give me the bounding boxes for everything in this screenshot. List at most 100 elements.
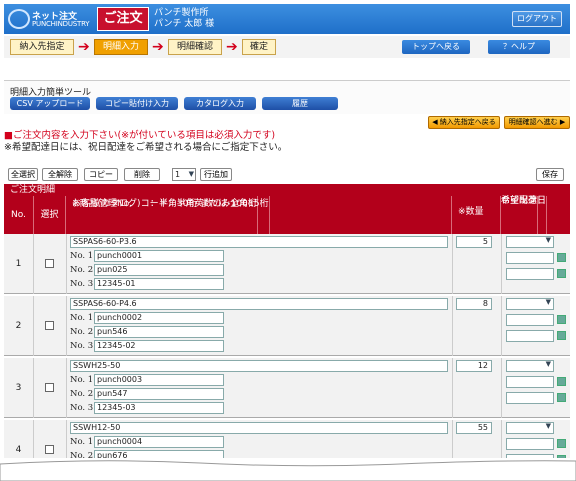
mgmt-no2-field[interactable]: pun546 <box>94 326 224 338</box>
mgmt-no1-field[interactable]: punch0001 <box>94 250 224 262</box>
mgmt-no1-label: No. 1 <box>70 313 94 323</box>
app-header: ネット注文 PUNCHINDUSTRY ご注文 パンチ製作所 パンチ 太郎 様 … <box>4 4 570 34</box>
copy-button[interactable]: コピー <box>84 168 118 181</box>
calendar-icon[interactable] <box>557 439 566 448</box>
row-count-select[interactable]: 1 ▼ <box>172 168 196 181</box>
row-checkbox[interactable] <box>45 383 54 392</box>
quantity-field[interactable]: 12 <box>456 360 492 372</box>
notice-delivery: ※希望配達日には、祝日配達をご希望される場合にご指定下さい。 <box>4 142 288 153</box>
row-divider <box>452 296 453 356</box>
order-title: ご注文 <box>97 7 149 31</box>
table-header: No. 選択 ※商品(カタログ)コード：半角英数のみ100桁 お客様管理No. … <box>4 196 570 234</box>
product-code-field[interactable]: SSPAS6-60-P3.6 <box>70 236 448 248</box>
quick-select[interactable]: ▼ <box>506 236 554 248</box>
mgmt-no2-label: No. 2 <box>70 389 94 399</box>
mgmt-no3-field[interactable]: 12345-01 <box>94 278 224 290</box>
step-confirm: 確定 <box>242 39 276 55</box>
input-tools: 明細入力簡単ツール CSV アップロード コピー貼付け入力 カタログ入力 履歴 <box>4 80 570 114</box>
row-divider <box>452 358 453 418</box>
mgmt-no1-label: No. 1 <box>70 375 94 385</box>
mgmt-no2-field[interactable]: pun547 <box>94 388 224 400</box>
history-button[interactable]: 履歴 <box>262 97 338 110</box>
quantity-field[interactable]: 55 <box>456 422 492 434</box>
row-number: 3 <box>4 358 34 418</box>
table-row: 1 SSPAS6-60-P3.6 No. 1 punch0001 No. 2 p… <box>4 234 570 294</box>
calendar-icon[interactable] <box>557 253 566 262</box>
save-button[interactable]: 保存 <box>536 168 564 181</box>
row-number: 1 <box>4 234 34 294</box>
deselect-all-button[interactable]: 全解除 <box>42 168 78 181</box>
punch-logo: ネット注文 PUNCHINDUSTRY <box>8 7 94 31</box>
logo-subtext: PUNCHINDUSTRY <box>32 20 90 28</box>
table-row: 3 SSWH25-50 No. 1 punch0003 No. 2 pun547… <box>4 358 570 418</box>
company-name: パンチ製作所 <box>154 8 209 18</box>
select-all-button[interactable]: 全選択 <box>8 168 38 181</box>
ship-date-field[interactable] <box>506 252 554 264</box>
chevron-down-icon: ▼ <box>545 360 551 368</box>
quick-select[interactable]: ▼ <box>506 298 554 310</box>
chevron-down-icon: ▼ <box>545 422 551 430</box>
col-item: ※商品(カタログ)コード：半角英数のみ100桁 お客様管理No. ：半角30桁 … <box>66 196 452 234</box>
product-code-field[interactable]: SSWH12-50 <box>70 422 448 434</box>
ship-date-field[interactable] <box>506 376 554 388</box>
row-divider <box>66 234 67 294</box>
mgmt-no1-field[interactable]: punch0004 <box>94 436 224 448</box>
col-quick-line3: 希望配達日 <box>501 196 548 234</box>
catalog-input-button[interactable]: カタログ入力 <box>184 97 256 110</box>
col-quick: クイック 希望出荷日 希望配達日 <box>501 196 570 234</box>
row-divider <box>452 234 453 294</box>
calendar-icon[interactable] <box>557 377 566 386</box>
mgmt-no3-field[interactable]: 12345-03 <box>94 402 224 414</box>
mgmt-no1-field[interactable]: punch0003 <box>94 374 224 386</box>
row-checkbox[interactable] <box>45 445 54 454</box>
ship-date-field[interactable] <box>506 314 554 326</box>
delivery-date-field[interactable] <box>506 330 554 342</box>
row-checkbox[interactable] <box>45 259 54 268</box>
row-count-value: 1 <box>175 170 181 179</box>
mgmt-no3-field[interactable]: 12345-02 <box>94 340 224 352</box>
step-delivery: 納入先指定 <box>10 39 74 55</box>
help-button[interactable]: ？ヘルプ <box>488 40 550 54</box>
quantity-field[interactable]: 8 <box>456 298 492 310</box>
delivery-date-field[interactable] <box>506 392 554 404</box>
calendar-icon[interactable] <box>557 393 566 402</box>
page-tear-edge <box>0 458 576 481</box>
logout-button[interactable]: ログアウト <box>512 11 562 27</box>
mgmt-no1-label: No. 1 <box>70 437 94 447</box>
quick-select[interactable]: ▼ <box>506 422 554 434</box>
product-code-field[interactable]: SSWH25-50 <box>70 360 448 372</box>
quick-select[interactable]: ▼ <box>506 360 554 372</box>
row-divider <box>66 358 67 418</box>
delete-button[interactable]: 削除 <box>124 168 160 181</box>
copy-paste-button[interactable]: コピー貼付け入力 <box>96 97 178 110</box>
add-row-button[interactable]: 行追加 <box>200 168 232 181</box>
calendar-icon[interactable] <box>557 269 566 278</box>
mgmt-no2-field[interactable]: pun025 <box>94 264 224 276</box>
row-divider <box>501 234 502 294</box>
tear-edge-icon <box>0 460 576 481</box>
step-arrow-icon: ➔ <box>78 39 90 55</box>
csv-upload-button[interactable]: CSV アップロード <box>10 97 90 110</box>
calendar-icon[interactable] <box>557 331 566 340</box>
ship-date-field[interactable] <box>506 438 554 450</box>
step-arrow-icon: ➔ <box>152 39 164 55</box>
calendar-icon[interactable] <box>557 315 566 324</box>
next-to-confirm-button[interactable]: 明細確認へ進む ▶ <box>504 116 570 129</box>
back-to-delivery-button[interactable]: ◀ 納入先指定へ戻る <box>428 116 500 129</box>
product-code-field[interactable]: SSPAS6-60-P4.6 <box>70 298 448 310</box>
mgmt-no1-field[interactable]: punch0002 <box>94 312 224 324</box>
table-row: 2 SSPAS6-60-P4.6 No. 1 punch0002 No. 2 p… <box>4 296 570 356</box>
row-checkbox[interactable] <box>45 321 54 330</box>
row-divider <box>501 358 502 418</box>
user-name: パンチ 太郎 様 <box>154 19 215 29</box>
logo-swirl-icon <box>8 9 30 29</box>
step-bar: 納入先指定 ➔ 明細入力 ➔ 明細確認 ➔ 確定 トップへ戻る ？ヘルプ <box>4 36 570 58</box>
chevron-down-icon: ▼ <box>188 170 194 178</box>
delivery-date-field[interactable] <box>506 268 554 280</box>
notice-required: ■ご注文内容を入力下さい(※が付いている項目は必須入力です) <box>4 130 276 141</box>
top-back-button[interactable]: トップへ戻る <box>402 40 470 54</box>
row-divider <box>66 296 67 356</box>
quantity-field[interactable]: 5 <box>456 236 492 248</box>
step-arrow-icon: ➔ <box>226 39 238 55</box>
col-no: No. <box>4 196 34 234</box>
